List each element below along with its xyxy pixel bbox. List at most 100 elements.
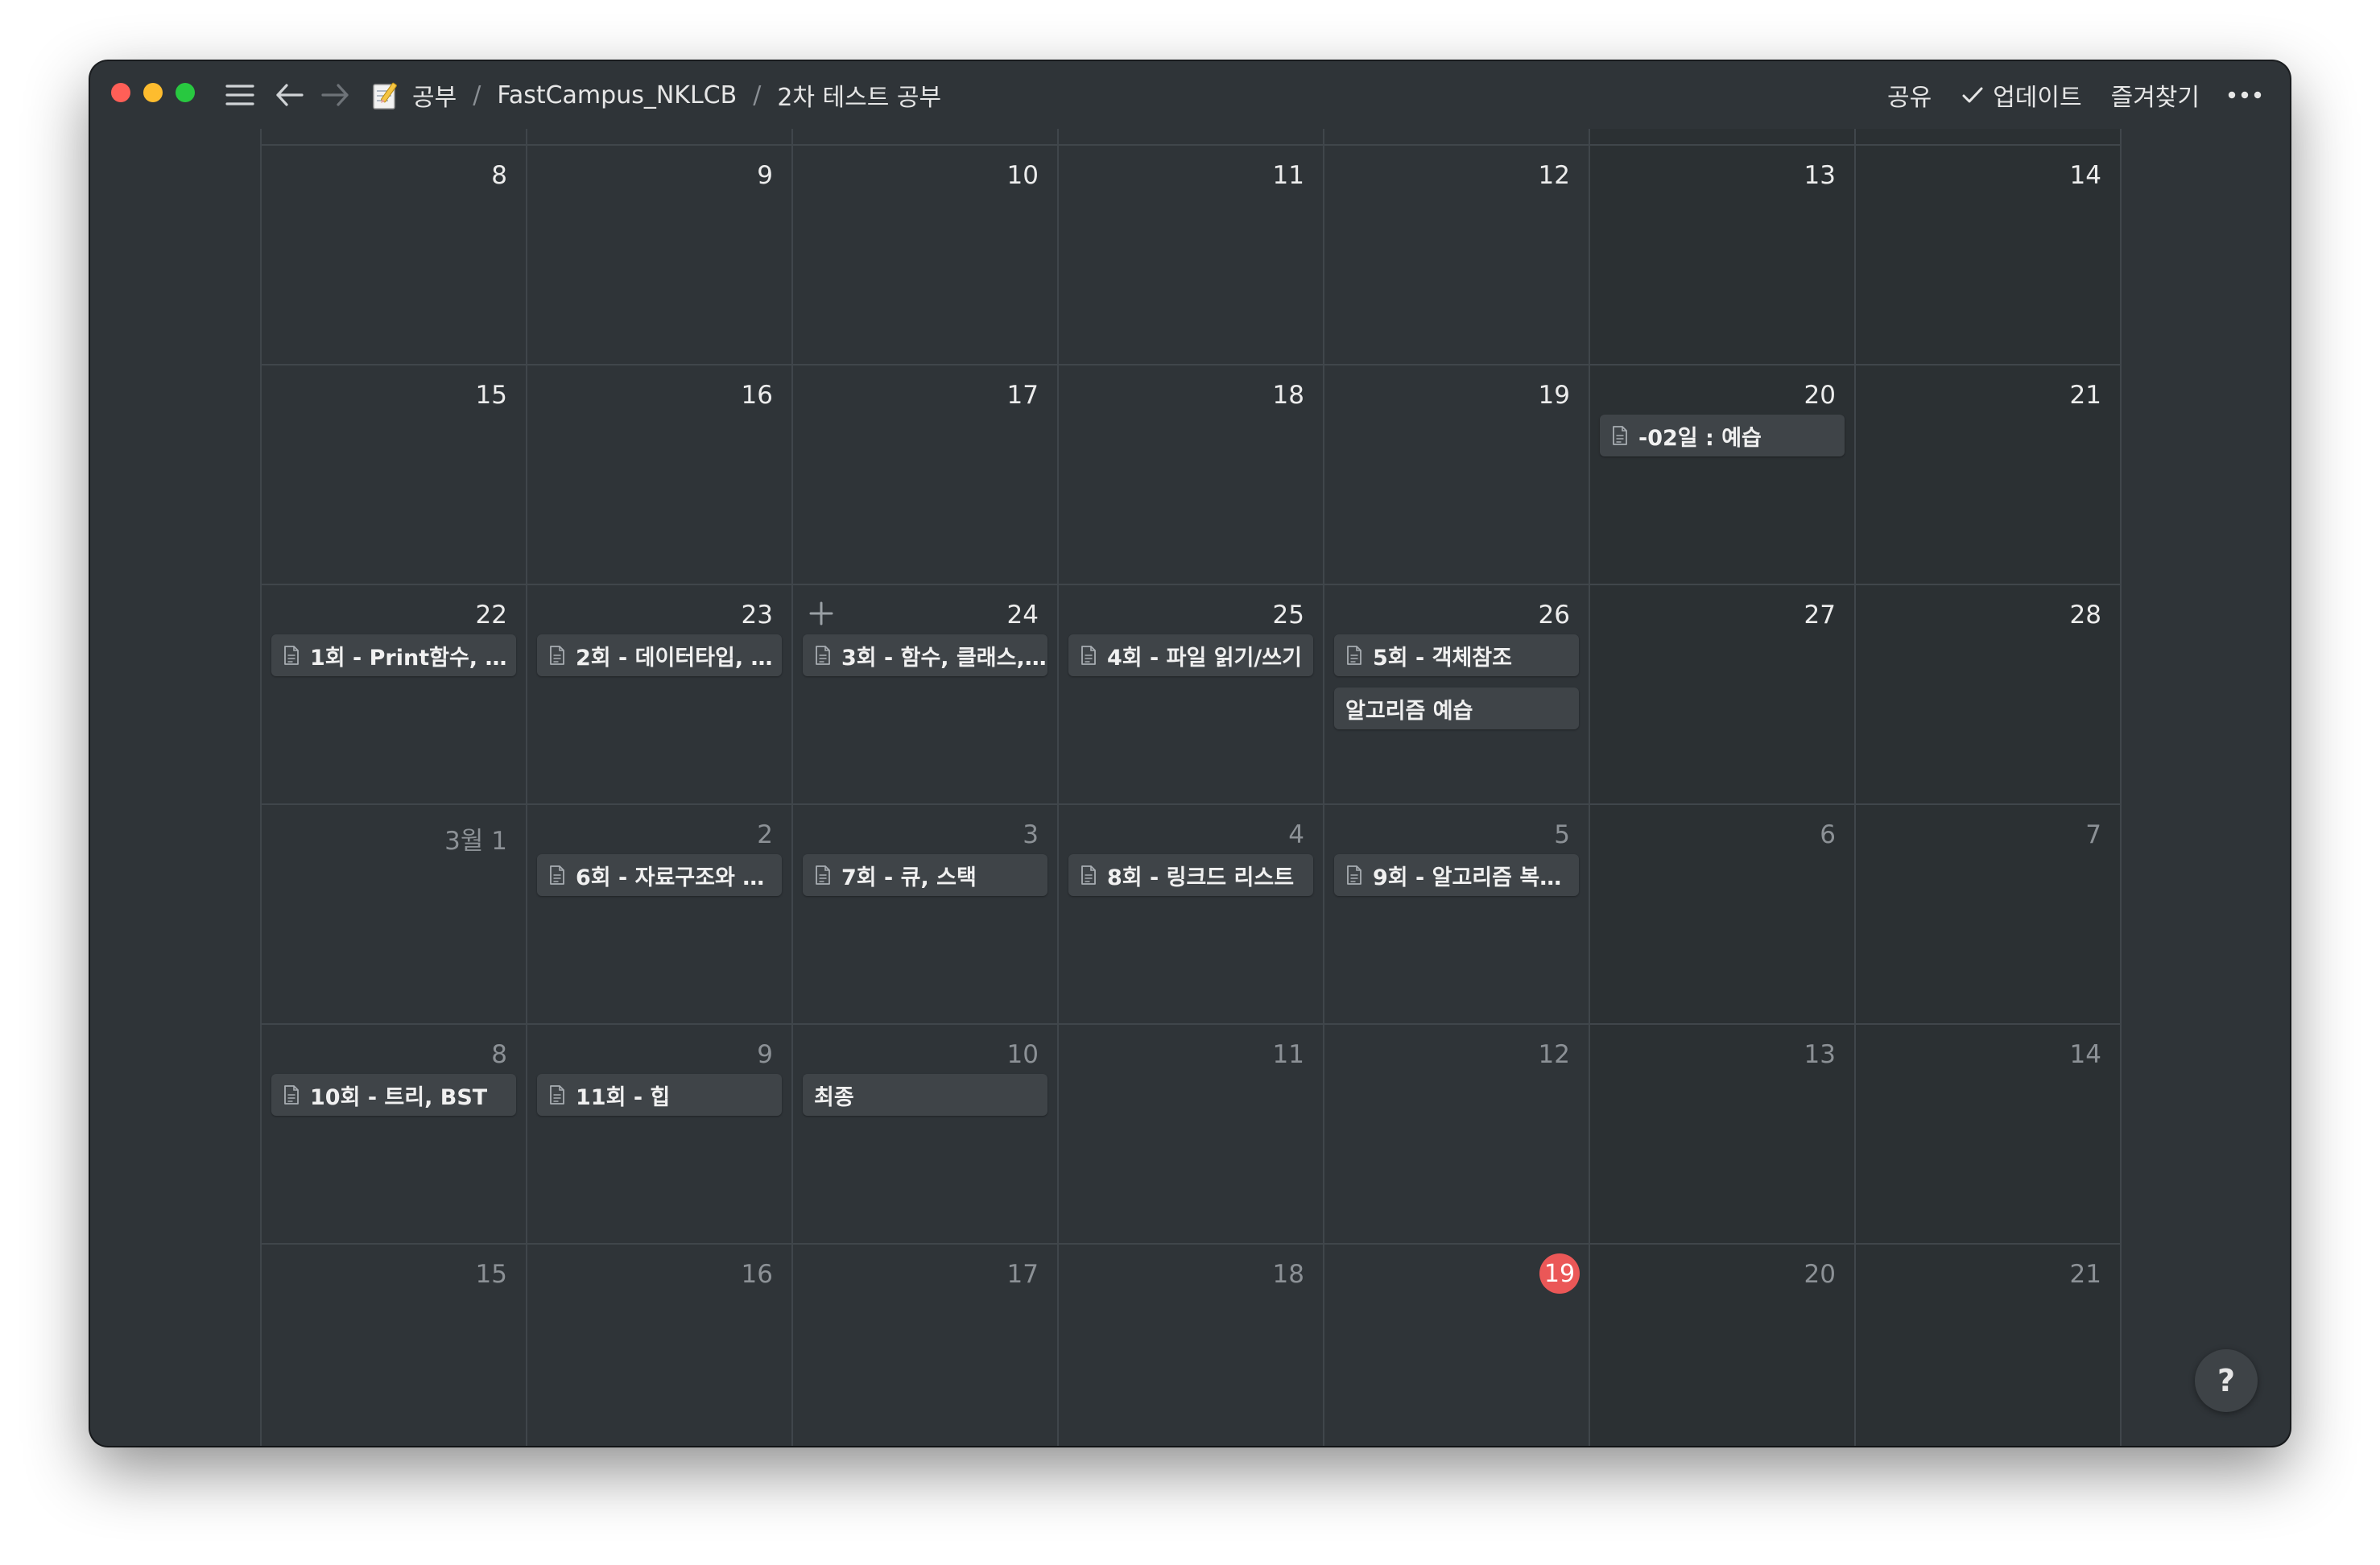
page-icon <box>284 646 299 665</box>
updates-label: 업데이트 <box>1993 84 2082 112</box>
forward-arrow-icon[interactable] <box>316 76 354 114</box>
calendar-event-card[interactable]: 8회 - 링크드 리스트 <box>1068 854 1313 896</box>
day-number: 3월 1 <box>444 827 507 856</box>
day-number: 28 <box>2069 601 2101 630</box>
day-number: 18 <box>1272 381 1304 410</box>
title-bar: 공부 / FastCampus_NKLCB / 2차 테스트 공부 공유 업데이… <box>90 61 2290 129</box>
page-icon <box>1613 426 1627 445</box>
day-number: 14 <box>2069 1040 2101 1069</box>
calendar-event-card[interactable]: 9회 - 알고리즘 복잡... <box>1334 854 1579 896</box>
memo-emoji-icon <box>373 82 397 109</box>
event-title: 2회 - 데이터타입, 조... <box>576 645 782 671</box>
page-icon <box>1347 646 1361 665</box>
calendar-event-card[interactable]: 11회 - 힙 <box>537 1074 782 1116</box>
day-number: 27 <box>1804 601 1836 630</box>
top-actions: 공유 업데이트 즐겨찾기 <box>1858 76 2262 114</box>
calendar-event-card[interactable]: 1회 - Print함수, 문... <box>271 634 516 676</box>
add-event-button[interactable] <box>804 596 839 631</box>
plus-icon <box>809 601 833 626</box>
page-icon <box>816 865 830 885</box>
calendar-month-view: 8 9 10 11 12 13 14 15 16 17 18 19 20 21 22 23 24 25 26 27 28… <box>260 129 2122 1446</box>
day-number: 15 <box>475 381 507 410</box>
event-title: 최종 <box>814 1084 854 1110</box>
event-title: 7회 - 큐, 스택 <box>841 865 977 890</box>
day-number: 6 <box>1820 820 1836 849</box>
day-number: 13 <box>1804 1040 1836 1069</box>
day-number: 19 <box>1538 381 1570 410</box>
event-title: 10회 - 트리, BST <box>310 1084 488 1110</box>
day-number: 17 <box>1006 1260 1039 1289</box>
event-title: 1회 - Print함수, 문... <box>310 645 516 671</box>
sidebar-menu-icon[interactable] <box>221 76 259 114</box>
app-window: 공부 / FastCampus_NKLCB / 2차 테스트 공부 공유 업데이… <box>90 61 2290 1446</box>
day-number: 22 <box>475 601 507 630</box>
event-title: 4회 - 파일 읽기/쓰기 <box>1107 645 1302 671</box>
calendar-event-card[interactable]: 10회 - 트리, BST <box>271 1074 516 1116</box>
event-title: 3회 - 함수, 클래스, ... <box>841 645 1047 671</box>
breadcrumb-item-current-page[interactable]: 2차 테스트 공부 <box>777 77 941 113</box>
calendar-event-card[interactable]: 3회 - 함수, 클래스, ... <box>803 634 1047 676</box>
event-title: 알고리즘 예습 <box>1345 698 1473 724</box>
day-number: 12 <box>1538 161 1570 190</box>
day-number: 13 <box>1804 161 1836 190</box>
day-number: 25 <box>1272 601 1304 630</box>
day-number: 11 <box>1272 1040 1304 1069</box>
day-number: 3 <box>1023 820 1039 849</box>
favorites-button[interactable]: 즐겨찾기 <box>2111 77 2200 113</box>
breadcrumb: 공부 / FastCampus_NKLCB / 2차 테스트 공부 <box>370 76 941 114</box>
day-number: 9 <box>757 1040 773 1069</box>
page-icon <box>816 646 830 665</box>
day-number: 20 <box>1804 1260 1836 1289</box>
day-number: 26 <box>1538 601 1570 630</box>
close-window-button[interactable] <box>111 83 130 102</box>
day-number: 2 <box>757 820 773 849</box>
event-title: 5회 - 객체참조 <box>1373 645 1512 671</box>
event-title: 8회 - 링크드 리스트 <box>1107 865 1295 890</box>
day-number: 8 <box>491 1040 507 1069</box>
help-button[interactable]: ? <box>2195 1349 2258 1412</box>
day-number: 17 <box>1006 381 1039 410</box>
page-icon <box>1081 646 1096 665</box>
maximize-window-button[interactable] <box>176 83 195 102</box>
updates-button[interactable]: 업데이트 <box>1961 77 2082 113</box>
day-number: 21 <box>2069 381 2101 410</box>
event-title: -02일 : 예습 <box>1638 425 1762 451</box>
breadcrumb-item-fastcampus[interactable]: FastCampus_NKLCB <box>497 81 737 109</box>
page-icon <box>1081 865 1096 885</box>
day-number: 20 <box>1804 381 1836 410</box>
share-button[interactable]: 공유 <box>1887 77 1932 113</box>
calendar-event-card[interactable]: 5회 - 객체참조 <box>1334 634 1579 676</box>
day-number: 18 <box>1272 1260 1304 1289</box>
calendar-event-card[interactable]: 4회 - 파일 읽기/쓰기 <box>1068 634 1313 676</box>
calendar-event-card[interactable]: 2회 - 데이터타입, 조... <box>537 634 782 676</box>
calendar-event-card[interactable]: 알고리즘 예습 <box>1334 688 1579 729</box>
day-number: 24 <box>1006 601 1039 630</box>
calendar-event-card[interactable]: 7회 - 큐, 스택 <box>803 854 1047 896</box>
page-icon <box>550 646 564 665</box>
event-title: 11회 - 힙 <box>576 1084 671 1110</box>
day-number: 15 <box>475 1260 507 1289</box>
event-title: 9회 - 알고리즘 복잡... <box>1373 865 1579 890</box>
more-options-icon[interactable] <box>2227 89 2262 101</box>
minimize-window-button[interactable] <box>143 83 163 102</box>
back-arrow-icon[interactable] <box>271 76 309 114</box>
breadcrumb-item-study[interactable]: 공부 <box>412 77 457 113</box>
page-icon <box>550 865 564 885</box>
day-number: 16 <box>741 381 773 410</box>
day-number: 5 <box>1554 820 1570 849</box>
day-number: 10 <box>1006 161 1039 190</box>
breadcrumb-separator: / <box>753 81 762 109</box>
day-number: 23 <box>741 601 773 630</box>
calendar-event-card[interactable]: 6회 - 자료구조와 알... <box>537 854 782 896</box>
breadcrumb-separator: / <box>473 81 481 109</box>
day-number: 8 <box>491 161 507 190</box>
day-number: 14 <box>2069 161 2101 190</box>
day-number: 7 <box>2085 820 2101 849</box>
day-number: 12 <box>1538 1040 1570 1069</box>
day-number: 4 <box>1288 820 1304 849</box>
day-number: 16 <box>741 1260 773 1289</box>
day-number: 11 <box>1272 161 1304 190</box>
event-title: 6회 - 자료구조와 알... <box>576 865 782 890</box>
calendar-event-card[interactable]: 최종 <box>803 1074 1047 1116</box>
calendar-event-card[interactable]: -02일 : 예습 <box>1600 415 1845 456</box>
